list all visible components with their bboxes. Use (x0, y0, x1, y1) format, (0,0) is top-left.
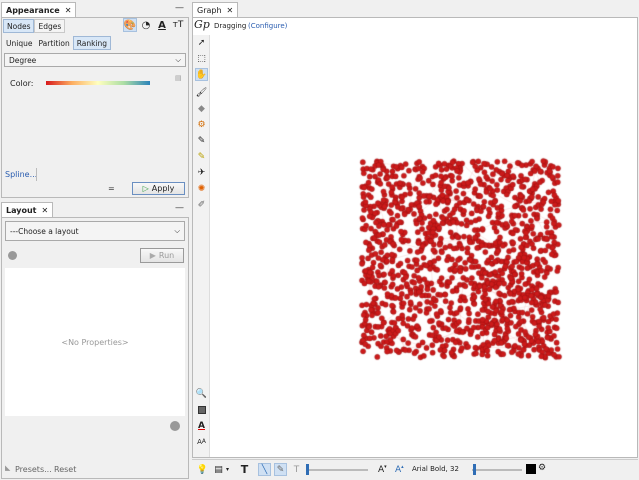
equals-icon[interactable]: = (108, 184, 115, 193)
label-size-slider[interactable] (472, 469, 522, 471)
layout-select-value: ---Choose a layout (10, 226, 79, 236)
rect-select-icon[interactable]: ⬚ (195, 52, 208, 65)
graph-title: Graph (197, 5, 222, 15)
size-tool-icon[interactable]: ⚙ (195, 118, 208, 131)
drag-icon[interactable]: ✋ (195, 68, 208, 81)
appearance-body: Nodes Edges 🎨 ◔ A ᴛT Unique Partition Ra… (1, 17, 189, 198)
color-label: Color: (10, 79, 34, 88)
brush-icon[interactable]: 🖌 (195, 86, 208, 99)
minimize-icon[interactable]: — (175, 203, 184, 213)
background-color-icon[interactable] (195, 403, 208, 416)
appearance-panel: Appearance ✕ — Nodes Edges 🎨 ◔ A ᴛT Uniq… (0, 0, 190, 200)
screenshot-icon[interactable]: ▤ (212, 463, 225, 476)
subtab-ranking[interactable]: Ranking (72, 36, 112, 50)
help-icon[interactable] (170, 421, 180, 431)
play-icon: ▷ (142, 184, 149, 193)
label-color-icon[interactable]: A (155, 18, 169, 32)
tool-strip: ➚ ⬚ ✋ 🖌 ◆ ⚙ ✎ ✎ ✈ ✺ ✐ 🔍 A AA (193, 35, 210, 457)
chevron-down-icon: ⌵ (175, 55, 181, 64)
diamond-icon[interactable]: ◆ (195, 102, 208, 115)
properties-area: <No Properties> (5, 268, 185, 416)
edge-label-icon[interactable]: T (290, 463, 303, 476)
apply-label: Apply (151, 184, 175, 193)
edit-icon[interactable]: ✐ (195, 198, 208, 211)
color-gradient[interactable] (46, 81, 150, 85)
divider (36, 168, 37, 181)
graph-window: Graph ✕ Gp Dragging (Configure) ➚ ⬚ ✋ 🖌 … (191, 0, 639, 480)
presets-link[interactable]: Presets... (15, 465, 52, 474)
graph-area: Gp Dragging (Configure) ➚ ⬚ ✋ 🖌 ◆ ⚙ ✎ ✎ … (192, 17, 638, 458)
run-button[interactable]: ▶ Run (140, 248, 184, 263)
tab-edges[interactable]: Edges (34, 19, 66, 33)
presets-arrow-icon: ◣ (5, 464, 11, 472)
mode-label: Dragging (214, 22, 247, 30)
shortest-path-icon[interactable]: ✈ (195, 166, 208, 179)
heatmap-icon[interactable]: ✺ (195, 182, 208, 195)
font-size-icon[interactable]: AA (195, 435, 208, 448)
spline-link[interactable]: Spline... (5, 170, 37, 179)
label-color-swatch[interactable] (526, 464, 536, 474)
palette-menu-icon[interactable]: ▤ (175, 74, 182, 82)
dropdown-arrow-icon[interactable]: ▾ (226, 466, 229, 473)
gephi-logo-icon: Gp (194, 18, 210, 31)
attribute-value: Degree (9, 55, 37, 65)
close-icon[interactable]: ✕ (41, 206, 48, 215)
pencil-icon[interactable]: ✎ (195, 134, 208, 147)
font-bigger-icon[interactable]: A▴ (395, 464, 404, 475)
edge-weight-slider[interactable] (306, 469, 368, 471)
font-name-label[interactable]: Arial Bold, 32 (412, 465, 459, 473)
close-icon[interactable]: ✕ (227, 6, 234, 15)
layout-panel: Layout ✕ — ---Choose a layout ⌵ ▶ Run <N… (0, 201, 190, 480)
configure-link[interactable]: (Configure) (248, 22, 287, 30)
edge-color-icon[interactable]: ✎ (274, 463, 287, 476)
layout-title: Layout (6, 205, 37, 215)
attribute-select[interactable]: Degree ⌵ (4, 53, 186, 67)
appearance-title: Appearance (6, 5, 60, 15)
bottom-toolbar: 💡 ▤ ▾ T ╲ ✎ T A▾ A▴ Arial Bold, 32 ⚙ (192, 459, 638, 479)
run-icon: ▶ (149, 251, 156, 260)
size-icon[interactable]: ◔ (139, 18, 153, 32)
label-size-slider-thumb[interactable] (473, 464, 476, 475)
layout-select[interactable]: ---Choose a layout ⌵ (5, 221, 185, 241)
layout-tab[interactable]: Layout ✕ (1, 202, 54, 217)
tab-nodes[interactable]: Nodes (3, 19, 35, 33)
close-icon[interactable]: ✕ (65, 6, 72, 15)
mode-bar: Gp Dragging (Configure) (193, 18, 637, 35)
subtab-unique[interactable]: Unique (3, 36, 35, 50)
palette-icon[interactable]: 🎨 (123, 18, 137, 32)
apply-button[interactable]: ▷ Apply (132, 182, 185, 195)
font-smaller-icon[interactable]: A▾ (378, 464, 387, 475)
label-size-icon[interactable]: ᴛT (171, 18, 185, 32)
pointer-icon[interactable]: ➚ (195, 36, 208, 49)
edge-show-icon[interactable]: ╲ (258, 463, 271, 476)
status-icon (8, 251, 17, 260)
run-label: Run (158, 251, 175, 260)
zoom-icon[interactable]: 🔍 (195, 387, 208, 400)
text-icon[interactable]: T (238, 463, 251, 476)
light-bulb-icon[interactable]: 💡 (196, 463, 209, 476)
edge-pencil-icon[interactable]: ✎ (195, 150, 208, 163)
graph-tab[interactable]: Graph ✕ (192, 2, 239, 17)
chevron-down-icon: ⌵ (174, 226, 180, 235)
edge-weight-slider-thumb[interactable] (306, 464, 309, 475)
label-settings-icon[interactable]: ⚙ (538, 463, 546, 473)
no-properties-label: <No Properties> (61, 337, 129, 347)
subtab-partition[interactable]: Partition (35, 36, 72, 50)
appearance-tab[interactable]: Appearance ✕ (1, 2, 77, 17)
font-color-icon[interactable]: A (195, 419, 208, 432)
reset-link[interactable]: Reset (54, 465, 76, 474)
graph-canvas[interactable] (211, 35, 638, 457)
minimize-icon[interactable]: — (175, 3, 184, 13)
layout-body: ---Choose a layout ⌵ ▶ Run <No Propertie… (1, 217, 189, 479)
